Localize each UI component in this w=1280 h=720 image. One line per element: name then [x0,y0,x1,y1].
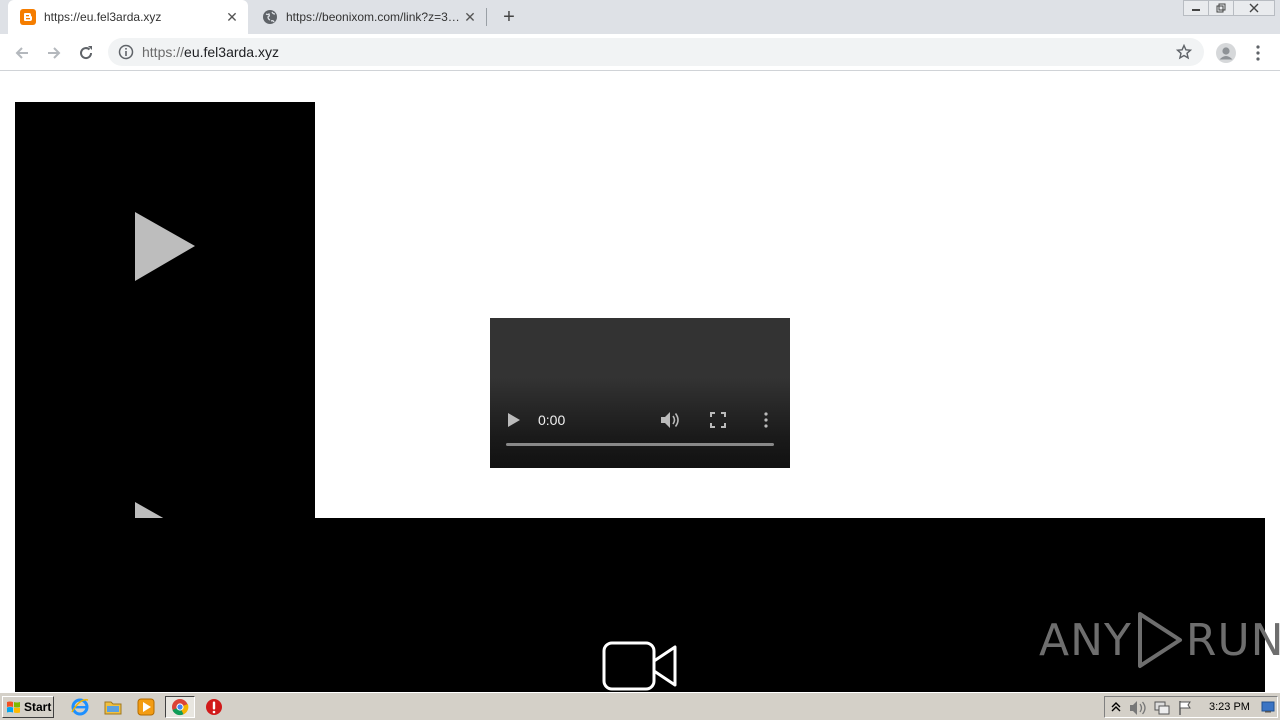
chrome-icon [172,699,189,716]
star-icon[interactable] [1176,44,1192,60]
url-text: https://eu.fel3arda.xyz [142,44,279,60]
tab-title: https://beonixom.com/link?z=35316 [286,10,460,24]
player-time: 0:00 [538,412,566,428]
system-tray: 3:23 PM [1104,696,1278,718]
close-window-button[interactable] [1233,0,1275,16]
back-button[interactable] [10,41,34,65]
close-icon[interactable]: ✕ [222,7,242,27]
play-icon[interactable] [135,502,195,518]
player-fullscreen-button[interactable] [706,408,730,432]
minimize-button[interactable] [1183,0,1209,16]
play-icon[interactable] [135,212,195,282]
taskbar-explorer[interactable] [103,697,123,717]
reload-icon [80,46,93,60]
taskbar: Start 3:23 PM [0,692,1280,720]
address-bar[interactable]: https://eu.fel3arda.xyz [108,38,1204,66]
profile-avatar-icon[interactable] [1214,41,1238,65]
browser-toolbar: https://eu.fel3arda.xyz [0,34,1280,71]
more-vertical-icon [764,412,768,428]
windows-logo-icon [7,701,20,713]
tab-strip: https://eu.fel3arda.xyz ✕ https://beonix… [0,0,1280,34]
fullscreen-icon [710,412,726,428]
play-icon [508,413,520,427]
minimize-icon [1192,9,1200,11]
close-icon[interactable]: ✕ [460,7,480,27]
restore-icon [1216,3,1226,13]
network-icon[interactable] [1153,700,1171,716]
taskbar-ie[interactable] [70,697,90,717]
reload-button[interactable] [74,41,98,65]
warning-circle-icon [206,699,222,715]
tab-inactive[interactable]: https://beonixom.com/link?z=35316 ✕ [250,0,486,34]
anyrun-watermark: ANY RUN [1039,608,1280,672]
arrow-right-icon [48,47,61,59]
forward-button[interactable] [42,41,66,65]
video-player-left[interactable] [15,102,315,518]
arrow-left-icon [15,47,28,59]
close-icon [1249,3,1259,13]
info-icon [118,44,134,60]
taskbar-chrome[interactable] [165,696,195,718]
flag-icon[interactable] [1177,700,1193,716]
restore-button[interactable] [1208,0,1234,16]
taskbar-antivirus[interactable] [204,697,224,717]
page-content: 0:00 ANY RUN [0,72,1280,692]
new-tab-button[interactable]: + [498,6,520,28]
internet-explorer-icon [71,698,89,716]
video-camera-icon [602,641,677,691]
video-player-center[interactable]: 0:00 [490,318,790,468]
start-button[interactable]: Start [2,696,54,718]
tab-separator [486,8,487,26]
player-play-button[interactable] [506,408,522,432]
browser-menu-button[interactable] [1248,41,1268,65]
player-progress-bar[interactable] [506,443,774,446]
volume-icon[interactable] [1129,700,1147,716]
anyrun-play-logo-icon [1137,612,1182,668]
watermark-right-text: RUN [1185,614,1280,666]
clock: 3:23 PM [1209,701,1250,713]
show-desktop-icon[interactable] [1261,701,1275,713]
more-vertical-icon [1256,45,1260,61]
folder-icon [104,701,122,715]
start-label: Start [24,700,52,714]
video-player-bottom[interactable]: ANY RUN [15,518,1280,692]
tab-active[interactable]: https://eu.fel3arda.xyz ✕ [8,0,248,34]
blogger-icon [20,9,36,25]
chevron-up-icon[interactable] [1111,701,1121,713]
player-more-button[interactable] [756,408,776,432]
url-host: eu.fel3arda.xyz [184,44,279,60]
volume-icon [661,412,679,428]
taskbar-media-player[interactable] [136,697,156,717]
player-volume-button[interactable] [658,408,682,432]
watermark-left-text: ANY [1039,614,1132,666]
url-scheme: https:// [142,44,185,60]
tab-title: https://eu.fel3arda.xyz [44,10,162,24]
globe-icon [263,10,277,24]
media-player-icon [137,698,155,716]
